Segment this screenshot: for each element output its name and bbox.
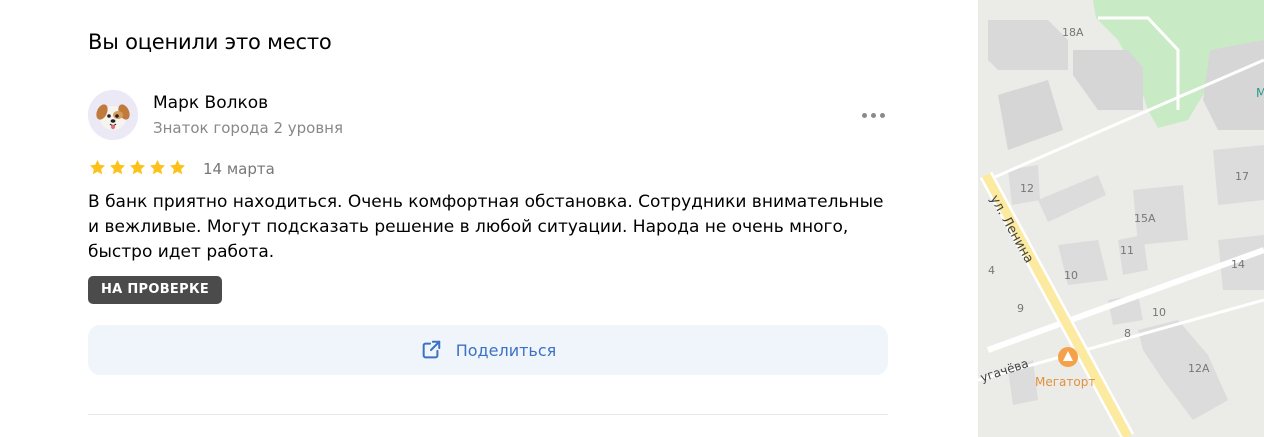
svg-text:12: 12 — [1020, 182, 1034, 195]
svg-text:12А: 12А — [1188, 362, 1210, 375]
map-canvas: ул. Ленина угачёва 18А 12 15А 11 10 17 1… — [978, 0, 1264, 437]
map[interactable]: ул. Ленина угачёва 18А 12 15А 11 10 17 1… — [978, 0, 1264, 437]
rating-stars — [88, 158, 187, 177]
share-icon — [422, 340, 440, 359]
avatar[interactable] — [88, 90, 138, 140]
svg-text:8: 8 — [1124, 327, 1131, 340]
dot — [870, 112, 876, 118]
share-button[interactable]: Поделиться — [88, 325, 888, 375]
poi-label: Мегаторт — [1035, 375, 1095, 389]
star-icon — [129, 159, 146, 175]
star-icon — [149, 159, 166, 175]
more-dots-icon[interactable] — [855, 103, 891, 127]
page-title: Вы оценили это место — [88, 30, 332, 54]
dog-avatar-icon — [88, 90, 138, 140]
share-label: Поделиться — [455, 340, 557, 360]
svg-text:10: 10 — [1152, 306, 1166, 319]
divider — [88, 414, 888, 415]
edge-label: М — [1256, 86, 1264, 100]
dot — [861, 112, 867, 118]
author-level: Знаток города 2 уровня — [153, 119, 344, 137]
svg-text:4: 4 — [988, 264, 995, 277]
svg-text:10: 10 — [1064, 269, 1078, 282]
svg-text:17: 17 — [1235, 170, 1249, 183]
review-text: В банк приятно находиться. Очень комфорт… — [88, 192, 884, 262]
svg-text:18А: 18А — [1062, 26, 1084, 39]
svg-text:14: 14 — [1231, 258, 1245, 271]
star-icon — [89, 159, 106, 175]
building — [1203, 40, 1264, 130]
svg-text:11: 11 — [1120, 244, 1134, 257]
author-name[interactable]: Марк Волков — [153, 93, 268, 113]
svg-text:9: 9 — [1017, 302, 1024, 315]
status-badge: НА ПРОВЕРКЕ — [88, 276, 223, 304]
svg-text:15А: 15А — [1134, 212, 1156, 225]
star-icon — [109, 159, 126, 175]
dot — [879, 112, 885, 118]
review-panel: Вы оценили это место Марк Волков Знаток … — [0, 0, 978, 437]
star-icon — [169, 159, 186, 175]
review-date: 14 марта — [203, 160, 275, 178]
